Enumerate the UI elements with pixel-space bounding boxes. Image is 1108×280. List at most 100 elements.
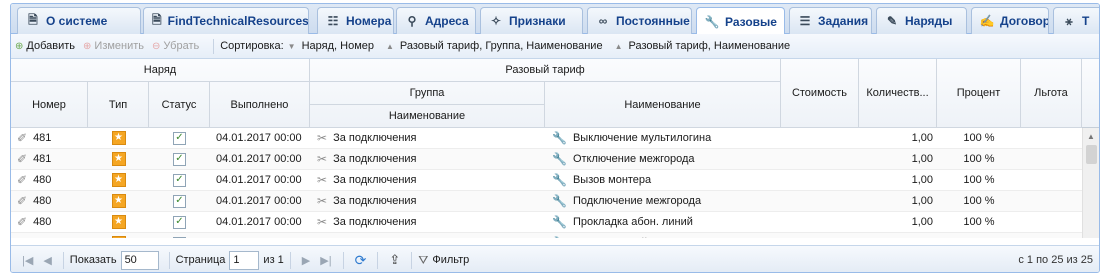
page-size-input[interactable]: 50	[120, 250, 159, 270]
header-group-naryad: Наряд	[11, 59, 310, 82]
tab-label: О системе	[46, 14, 108, 28]
tab-label: Наряды	[905, 14, 953, 28]
header-type[interactable]: Тип	[88, 82, 149, 128]
status-checkbox[interactable]: ✓	[173, 236, 186, 238]
header-name[interactable]: Наименование	[545, 82, 781, 128]
cell-status: ✓	[149, 233, 210, 238]
cell-number: ✐ 480	[17, 191, 87, 211]
header-status[interactable]: Статус	[149, 82, 210, 128]
header-discount[interactable]: Льгота	[1021, 59, 1082, 128]
cell-done: 04.01.2017 00:00	[216, 233, 310, 238]
cell-quantity-text: 1,00	[911, 216, 933, 228]
remove-button[interactable]: ⊖ Убрать	[152, 40, 199, 52]
cell-done-text: 04.01.2017 00:00	[216, 153, 302, 165]
status-checkbox[interactable]: ✓	[173, 194, 186, 208]
header-group[interactable]: Группа	[310, 82, 545, 105]
tab-edit-document[interactable]: ✍ Договор	[971, 7, 1049, 34]
cell-number-text: 481	[33, 153, 52, 165]
tab-wrench[interactable]: 🔧 Разовые	[696, 7, 785, 35]
page-number-input[interactable]: 1	[229, 250, 260, 270]
tab-magic-wand[interactable]: ✧ Признаки	[480, 7, 583, 34]
cell-name: 🔧 Вызов монтера	[552, 170, 781, 190]
table-row[interactable]: ✐ 481 ★ ✓ 04.01.2017 00:00 ✂ За подключения 🔧 От…	[11, 149, 1082, 170]
tab-list[interactable]: ☰ Задания	[789, 7, 872, 34]
table-row[interactable]: ✐ 481 ★ ✓ 04.01.2017 00:00 ✂ За подключения 🔧 Вы…	[11, 128, 1082, 149]
sort-asc-icon: ▲	[386, 41, 394, 51]
header-percent[interactable]: Процент	[937, 59, 1021, 128]
cell-status: ✓	[149, 149, 210, 169]
status-checkbox[interactable]: ✓	[173, 215, 186, 229]
link-icon: ✐	[17, 215, 28, 229]
scroll-up-icon[interactable]: ▲	[1087, 132, 1095, 141]
tab-map-pin[interactable]: ⚲ Адреса	[396, 7, 476, 34]
cell-number-text: 480	[33, 237, 51, 238]
paging-separator	[342, 251, 344, 269]
cell-group-text: За подключения	[333, 132, 417, 144]
header-group-tariff: Разовый тариф	[310, 59, 781, 82]
cell-done: 04.01.2017 00:00	[216, 128, 310, 148]
sort-option[interactable]: Разовый тариф, Наименование	[628, 40, 790, 52]
header-cost[interactable]: Стоимость	[781, 59, 859, 128]
cell-group-text: За подключения	[333, 216, 417, 228]
cell-percent: 100 %	[937, 233, 1021, 238]
cell-number-text: 480	[33, 174, 52, 186]
tab-label: FindTechnicalResources	[167, 14, 309, 28]
sort-desc-icon: ▼	[287, 41, 296, 51]
export-icon[interactable]: ⇪	[389, 252, 400, 268]
next-page-icon[interactable]: ▶	[302, 254, 310, 267]
sort-option[interactable]: Разовый тариф, Группа, Наименование	[400, 40, 603, 52]
tab-document[interactable]: 🗎 FindTechnicalResources	[143, 7, 309, 34]
prev-page-icon[interactable]: ◀	[43, 254, 51, 267]
table-row[interactable]: ✐ 480 ★ ✓ 04.01.2017 00:00 ✂ За подключения 🔧 Вы…	[11, 170, 1082, 191]
cell-group-text: За подключения	[333, 174, 417, 186]
tab-label: Т	[1082, 14, 1090, 28]
header-group-name[interactable]: Наименование	[310, 105, 545, 128]
tab-link[interactable]: ∞ Постоянные	[587, 7, 692, 34]
edit-document-icon: ✍	[979, 14, 995, 28]
filter-icon: ⛛	[418, 252, 429, 267]
header-number[interactable]: Номер	[11, 82, 88, 128]
tab-network[interactable]: ⚹ Т	[1053, 7, 1099, 34]
last-page-icon[interactable]: ▶|	[320, 254, 331, 267]
tab-document[interactable]: 🗎 О системе	[17, 7, 141, 34]
cell-status: ✓	[149, 170, 210, 190]
first-page-icon[interactable]: |◀	[22, 254, 33, 267]
status-checkbox[interactable]: ✓	[173, 173, 186, 187]
toolbar-separator	[213, 38, 215, 54]
page-size-label: Показать	[69, 254, 117, 266]
table-row[interactable]: ✐ 480 ★ ✓ 04.01.2017 00:00 ✂ За подключения 🔧 Св…	[11, 233, 1082, 238]
status-checkbox[interactable]: ✓	[173, 152, 186, 166]
cell-done: 04.01.2017 00:00	[216, 170, 310, 190]
paging-separator	[377, 251, 379, 269]
sort-option[interactable]: Наряд, Номер	[302, 40, 374, 52]
tab-pen[interactable]: ✎ Наряды	[876, 7, 967, 34]
add-button[interactable]: ⊕ Добавить	[15, 40, 75, 52]
document-icon: 🗎	[28, 12, 38, 27]
table-row[interactable]: ✐ 480 ★ ✓ 04.01.2017 00:00 ✂ За подключения 🔧 По…	[11, 191, 1082, 212]
toolbar: ⊕ Добавить ⊕ Изменить ⊖ Убрать Сортировк…	[11, 34, 1099, 59]
cell-quantity: 1,00	[859, 191, 933, 211]
paging-toolbar: |◀ ◀ Показать 50 Страница 1 из 1 ▶ ▶| ⟳ …	[11, 245, 1099, 272]
star-icon: ★	[111, 236, 126, 238]
filter-button[interactable]: ⛛ Фильтр	[418, 253, 469, 268]
wrench-icon: 🔧	[552, 152, 567, 166]
tools-icon: ✂	[317, 131, 328, 145]
header-quantity[interactable]: Количеств...	[859, 59, 937, 128]
link-icon: ∞	[598, 14, 608, 28]
edit-button[interactable]: ⊕ Изменить	[83, 40, 144, 52]
status-checkbox[interactable]: ✓	[173, 131, 186, 145]
cell-type: ★	[88, 128, 149, 148]
cell-quantity: 1,00	[859, 170, 933, 190]
scrollbar-thumb[interactable]	[1086, 145, 1097, 164]
wrench-icon: 🔧	[552, 173, 567, 187]
remove-icon: ⊖	[152, 40, 161, 52]
header-done[interactable]: Выполнено	[210, 82, 310, 128]
cell-percent: 100 %	[937, 149, 1021, 169]
tab-label: Номера	[346, 14, 392, 28]
vertical-scrollbar[interactable]: ▲	[1082, 128, 1099, 238]
tab-phone-book[interactable]: ☷ Номера	[317, 7, 394, 34]
table-row[interactable]: ✐ 480 ★ ✓ 04.01.2017 00:00 ✂ За подключения 🔧 Пр…	[11, 212, 1082, 233]
refresh-icon[interactable]: ⟳	[355, 252, 367, 269]
tools-icon: ✂	[317, 173, 328, 187]
wrench-icon: 🔧	[704, 14, 720, 29]
